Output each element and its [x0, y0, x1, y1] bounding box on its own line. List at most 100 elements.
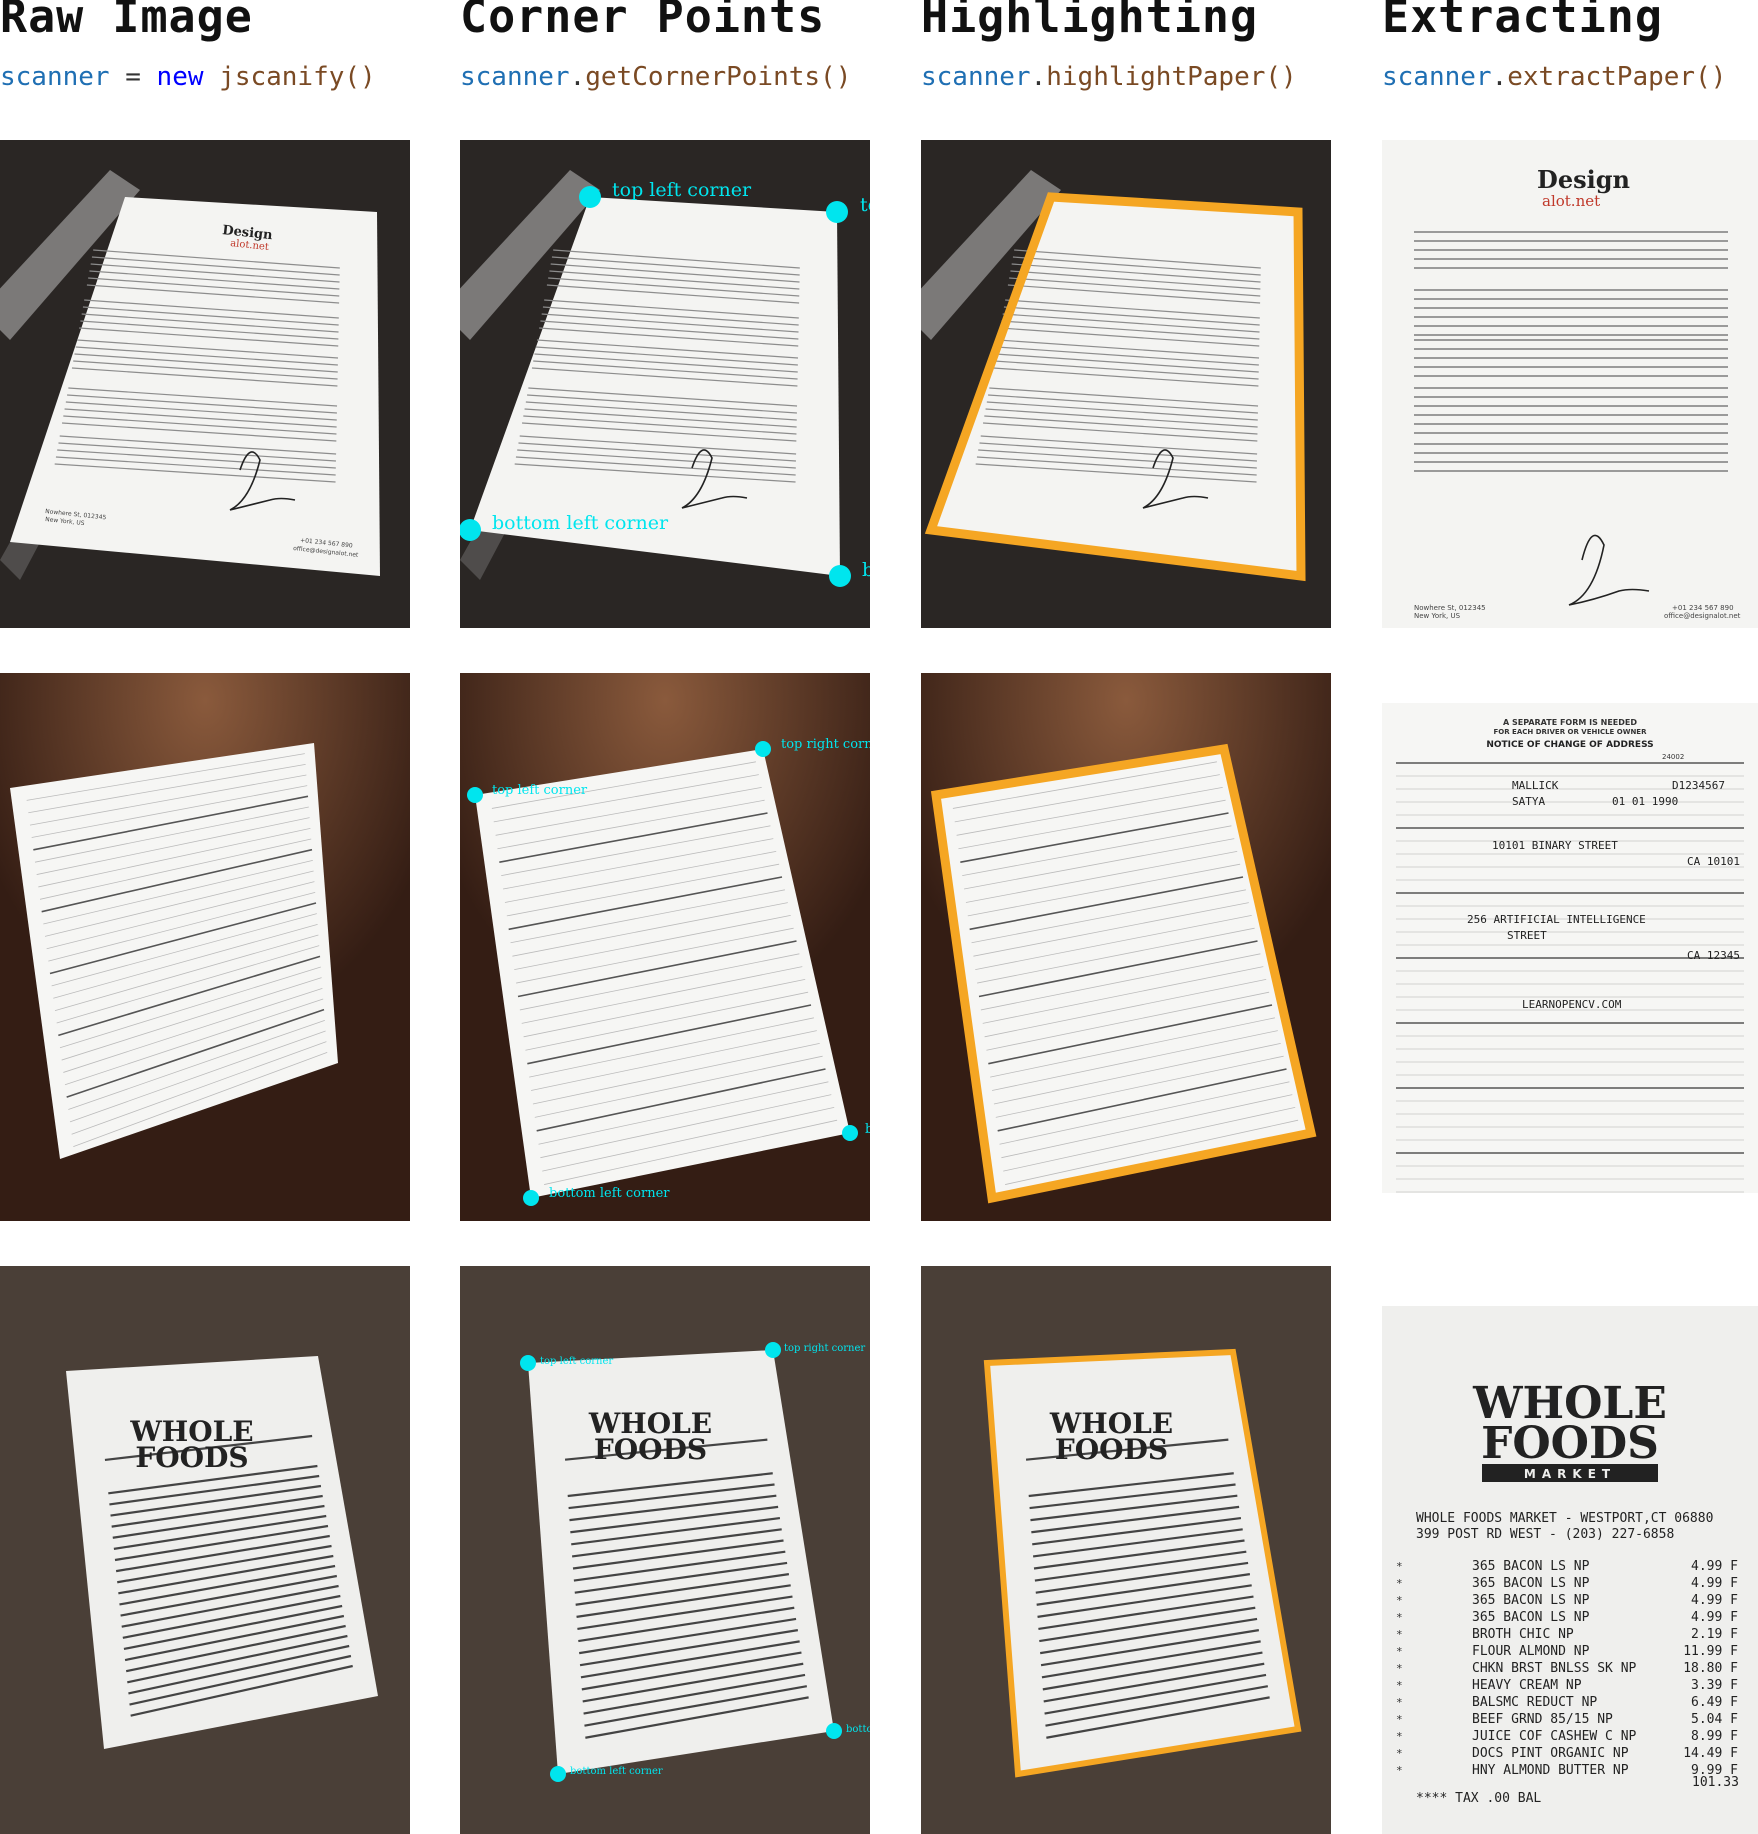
svg-text:top right corner: top right corner — [784, 1343, 865, 1354]
svg-text:MARKET: MARKET — [1524, 1467, 1616, 1481]
svg-text:3.39 F: 3.39 F — [1691, 1678, 1738, 1693]
form-highlight-image — [921, 673, 1331, 1221]
form-extracted-image: A SEPARATE FORM IS NEEDED FOR EACH DRIVE… — [1382, 673, 1758, 1221]
svg-text:alot.net: alot.net — [1542, 192, 1600, 210]
svg-text:bottom left corner: bottom left corner — [570, 1766, 663, 1777]
svg-text:**** TAX .00 BAL: **** TAX .00 BAL — [1416, 1791, 1541, 1806]
code-snippet-extract: scanner.extractPaper() — [1382, 62, 1727, 92]
receipt-highlight-svg: WHOLEFOODS — [921, 1266, 1331, 1834]
column-title-highlighting: Highlighting — [921, 0, 1259, 43]
svg-text:SATYA: SATYA — [1512, 795, 1545, 808]
corner-label-bottom-right: bottom right corner — [862, 559, 870, 581]
svg-text:*: * — [1396, 1628, 1403, 1641]
svg-text:FOR EACH DRIVER OR VEHICLE OWN: FOR EACH DRIVER OR VEHICLE OWNER — [1494, 728, 1648, 736]
svg-text:4.99 F: 4.99 F — [1691, 1610, 1738, 1625]
corner-label-top-left: top left corner — [612, 179, 752, 201]
svg-text:*: * — [1396, 1594, 1403, 1607]
svg-text:D1234567: D1234567 — [1672, 779, 1725, 792]
svg-text:NOTICE OF CHANGE OF ADDRESS: NOTICE OF CHANGE OF ADDRESS — [1486, 740, 1653, 750]
letter-corners-svg: top left corner top right corner bottom … — [460, 140, 870, 628]
letter-corner-points-image: top left corner top right corner bottom … — [460, 140, 870, 628]
svg-text:HEAVY CREAM NP: HEAVY CREAM NP — [1472, 1678, 1582, 1693]
svg-text:MALLICK: MALLICK — [1512, 779, 1559, 792]
svg-text:2.19 F: 2.19 F — [1691, 1627, 1738, 1642]
svg-text:365 BACON LS NP: 365 BACON LS NP — [1472, 1610, 1590, 1625]
svg-text:365 BACON LS NP: 365 BACON LS NP — [1472, 1576, 1590, 1591]
svg-text:CHKN BRST BNLSS SK NP: CHKN BRST BNLSS SK NP — [1472, 1661, 1637, 1676]
svg-text:bottom left corner: bottom left corner — [549, 1186, 670, 1201]
svg-text:*: * — [1396, 1696, 1403, 1709]
svg-text:top right corner: top right corner — [781, 737, 870, 752]
svg-text:CA 10101: CA 10101 — [1687, 855, 1740, 868]
svg-text:FOODS: FOODS — [1481, 1418, 1659, 1469]
svg-text:BROTH CHIC NP: BROTH CHIC NP — [1472, 1627, 1574, 1642]
svg-text:LEARNOPENCV.COM: LEARNOPENCV.COM — [1522, 998, 1622, 1011]
form-corners-svg: top left corner top right corner bottom … — [460, 673, 870, 1221]
letter-highlight-image — [921, 140, 1331, 628]
svg-text:*: * — [1396, 1713, 1403, 1726]
svg-text:6.49 F: 6.49 F — [1691, 1695, 1738, 1710]
svg-text:office@designalot.net: office@designalot.net — [1664, 612, 1741, 620]
svg-text:*: * — [1396, 1764, 1403, 1777]
svg-text:A SEPARATE FORM IS NEEDED: A SEPARATE FORM IS NEEDED — [1503, 718, 1637, 727]
letter-raw-image: Design alot.net Nowhere St, 012345 New Y… — [0, 140, 410, 628]
receipt-highlight-image: WHOLE FOODS — [921, 1266, 1331, 1834]
svg-text:bottom right corner: bottom right corner — [865, 1122, 870, 1137]
letter-raw-svg: Design alot.net Nowhere St, 012345 New Y… — [0, 140, 410, 628]
svg-text:4.99 F: 4.99 F — [1691, 1576, 1738, 1591]
form-extract-svg: A SEPARATE FORM IS NEEDED FOR EACH DRIVE… — [1382, 703, 1758, 1193]
code-snippet-corner-points: scanner.getCornerPoints() — [460, 62, 852, 92]
svg-text:10101 BINARY STREET: 10101 BINARY STREET — [1492, 839, 1618, 852]
receipt-corner-points-image: WHOLE FOODS top left corner top right cor… — [460, 1266, 870, 1834]
svg-text:BEEF GRND 85/15 NP: BEEF GRND 85/15 NP — [1472, 1712, 1613, 1727]
form-raw-image — [0, 673, 410, 1221]
svg-text:01 01 1990: 01 01 1990 — [1612, 795, 1678, 808]
svg-text:DOCS PINT ORGANIC NP: DOCS PINT ORGANIC NP — [1472, 1746, 1629, 1761]
receipt-extract-svg: WHOLE FOODS MARKET WHOLE FOODS MARKET - … — [1382, 1306, 1758, 1834]
svg-text:*: * — [1396, 1560, 1403, 1573]
column-title-corner-points: Corner Points — [460, 0, 826, 43]
corner-label-top-right: top right corner — [860, 194, 870, 216]
svg-text:HNY ALMOND BUTTER NP: HNY ALMOND BUTTER NP — [1472, 1763, 1629, 1778]
receipt-raw-svg: WHOLEFOODS — [0, 1266, 410, 1834]
svg-text:11.99 F: 11.99 F — [1683, 1644, 1738, 1659]
svg-text:*: * — [1396, 1662, 1403, 1675]
corner-point-top-left — [579, 186, 601, 208]
svg-text:*: * — [1396, 1679, 1403, 1692]
svg-text:14.49 F: 14.49 F — [1683, 1746, 1738, 1761]
svg-text:365 BACON LS NP: 365 BACON LS NP — [1472, 1593, 1590, 1608]
corner-point-bottom-right — [829, 565, 851, 587]
svg-text:WHOLE FOODS MARKET - WESTPORT,: WHOLE FOODS MARKET - WESTPORT,CT 06880 — [1416, 1511, 1713, 1526]
svg-text:FOODS: FOODS — [135, 1441, 248, 1474]
svg-text:*: * — [1396, 1730, 1403, 1743]
svg-text:CA 12345: CA 12345 — [1687, 949, 1740, 962]
svg-text:bottom right corner: bottom right corner — [846, 1724, 870, 1735]
svg-text:BALSMC REDUCT NP: BALSMC REDUCT NP — [1472, 1695, 1597, 1710]
corner-label-bottom-left: bottom left corner — [492, 512, 669, 534]
svg-text:Design: Design — [1537, 165, 1630, 194]
letter-highlight-svg — [921, 140, 1331, 628]
svg-text:New York, US: New York, US — [1414, 612, 1461, 620]
svg-text:101.33: 101.33 — [1692, 1775, 1739, 1790]
svg-text:8.99 F: 8.99 F — [1691, 1729, 1738, 1744]
svg-text:JUICE COF CASHEW C NP: JUICE COF CASHEW C NP — [1472, 1729, 1637, 1744]
svg-text:4.99 F: 4.99 F — [1691, 1559, 1738, 1574]
receipt-corners-svg: WHOLEFOODS top left corner top right cor… — [460, 1266, 870, 1834]
svg-text:FLOUR ALMOND NP: FLOUR ALMOND NP — [1472, 1644, 1590, 1659]
column-title-extracting: Extracting — [1382, 0, 1663, 43]
svg-text:FOODS: FOODS — [1055, 1433, 1168, 1466]
svg-text:+01 234 567 890: +01 234 567 890 — [1672, 604, 1734, 612]
form-corner-points-image: top left corner top right corner bottom … — [460, 673, 870, 1221]
svg-text:STREET: STREET — [1507, 929, 1547, 942]
letter-extract-svg: Design alot.net Nowhere St, 012345 New Y… — [1382, 140, 1758, 628]
svg-text:*: * — [1396, 1645, 1403, 1658]
svg-text:365 BACON LS NP: 365 BACON LS NP — [1472, 1559, 1590, 1574]
svg-text:top left corner: top left corner — [492, 783, 588, 798]
svg-text:*: * — [1396, 1611, 1403, 1624]
svg-text:Nowhere St, 012345: Nowhere St, 012345 — [1414, 604, 1486, 612]
code-snippet-raw: scanner = new jscanify() — [0, 62, 376, 92]
svg-text:5.04 F: 5.04 F — [1691, 1712, 1738, 1727]
letter-extracted-image: Design alot.net Nowhere St, 012345 New Y… — [1382, 140, 1758, 628]
corner-point-top-right — [826, 201, 848, 223]
svg-text:*: * — [1396, 1577, 1403, 1590]
